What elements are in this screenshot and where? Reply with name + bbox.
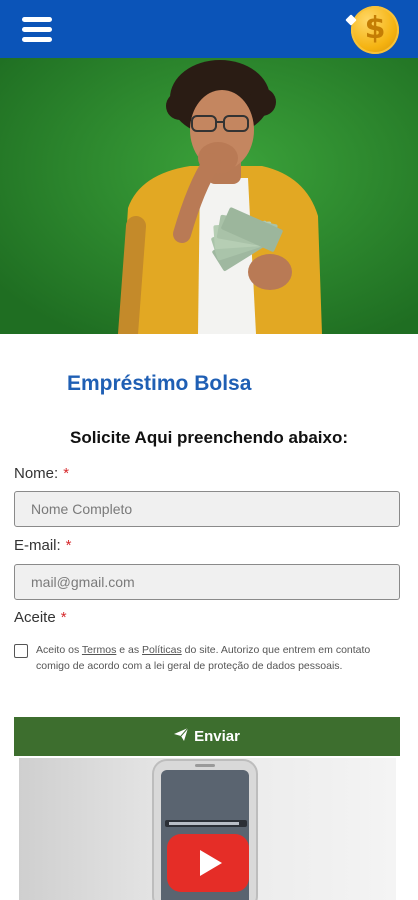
name-label: Nome: *: [14, 465, 69, 482]
policies-link[interactable]: Políticas: [142, 644, 182, 656]
consent-checkbox[interactable]: [14, 644, 28, 658]
dollar-symbol: $: [364, 11, 386, 46]
submit-label: Enviar: [194, 728, 240, 745]
required-marker: *: [63, 465, 70, 482]
email-field[interactable]: [14, 564, 400, 600]
accept-label: Aceite *: [14, 609, 67, 626]
consent-prefix: Aceito os: [36, 644, 82, 656]
name-field[interactable]: [14, 491, 400, 527]
brand-title: Empréstimo Bolsa: [67, 372, 252, 395]
consent-middle: e as: [116, 644, 143, 656]
phone-illustration: [152, 759, 258, 900]
required-marker: *: [65, 537, 72, 554]
paper-plane-icon: [174, 727, 189, 745]
name-input[interactable]: [15, 492, 399, 526]
hero-image: [0, 58, 418, 334]
name-label-text: Nome:: [14, 465, 59, 482]
email-label-text: E-mail:: [14, 537, 61, 554]
dollar-coin-icon[interactable]: $: [345, 6, 399, 54]
email-label: E-mail: *: [14, 537, 72, 554]
terms-link[interactable]: Termos: [82, 644, 116, 656]
form-subtitle: Solicite Aqui preenchendo abaixo:: [69, 428, 349, 447]
promo-video-thumbnail[interactable]: [19, 758, 396, 900]
email-input[interactable]: [15, 565, 399, 599]
hamburger-menu-icon[interactable]: [22, 17, 52, 43]
hero-illustration: [0, 58, 418, 334]
required-marker: *: [60, 609, 67, 626]
consent-text: Aceito os Termos e as Políticas do site.…: [36, 642, 386, 674]
accept-label-text: Aceite: [14, 609, 56, 626]
page: $ Empréstimo Bolsa Solicite Aqui preench…: [0, 0, 418, 900]
submit-button[interactable]: Enviar: [14, 717, 400, 756]
top-bar: $: [0, 0, 418, 58]
